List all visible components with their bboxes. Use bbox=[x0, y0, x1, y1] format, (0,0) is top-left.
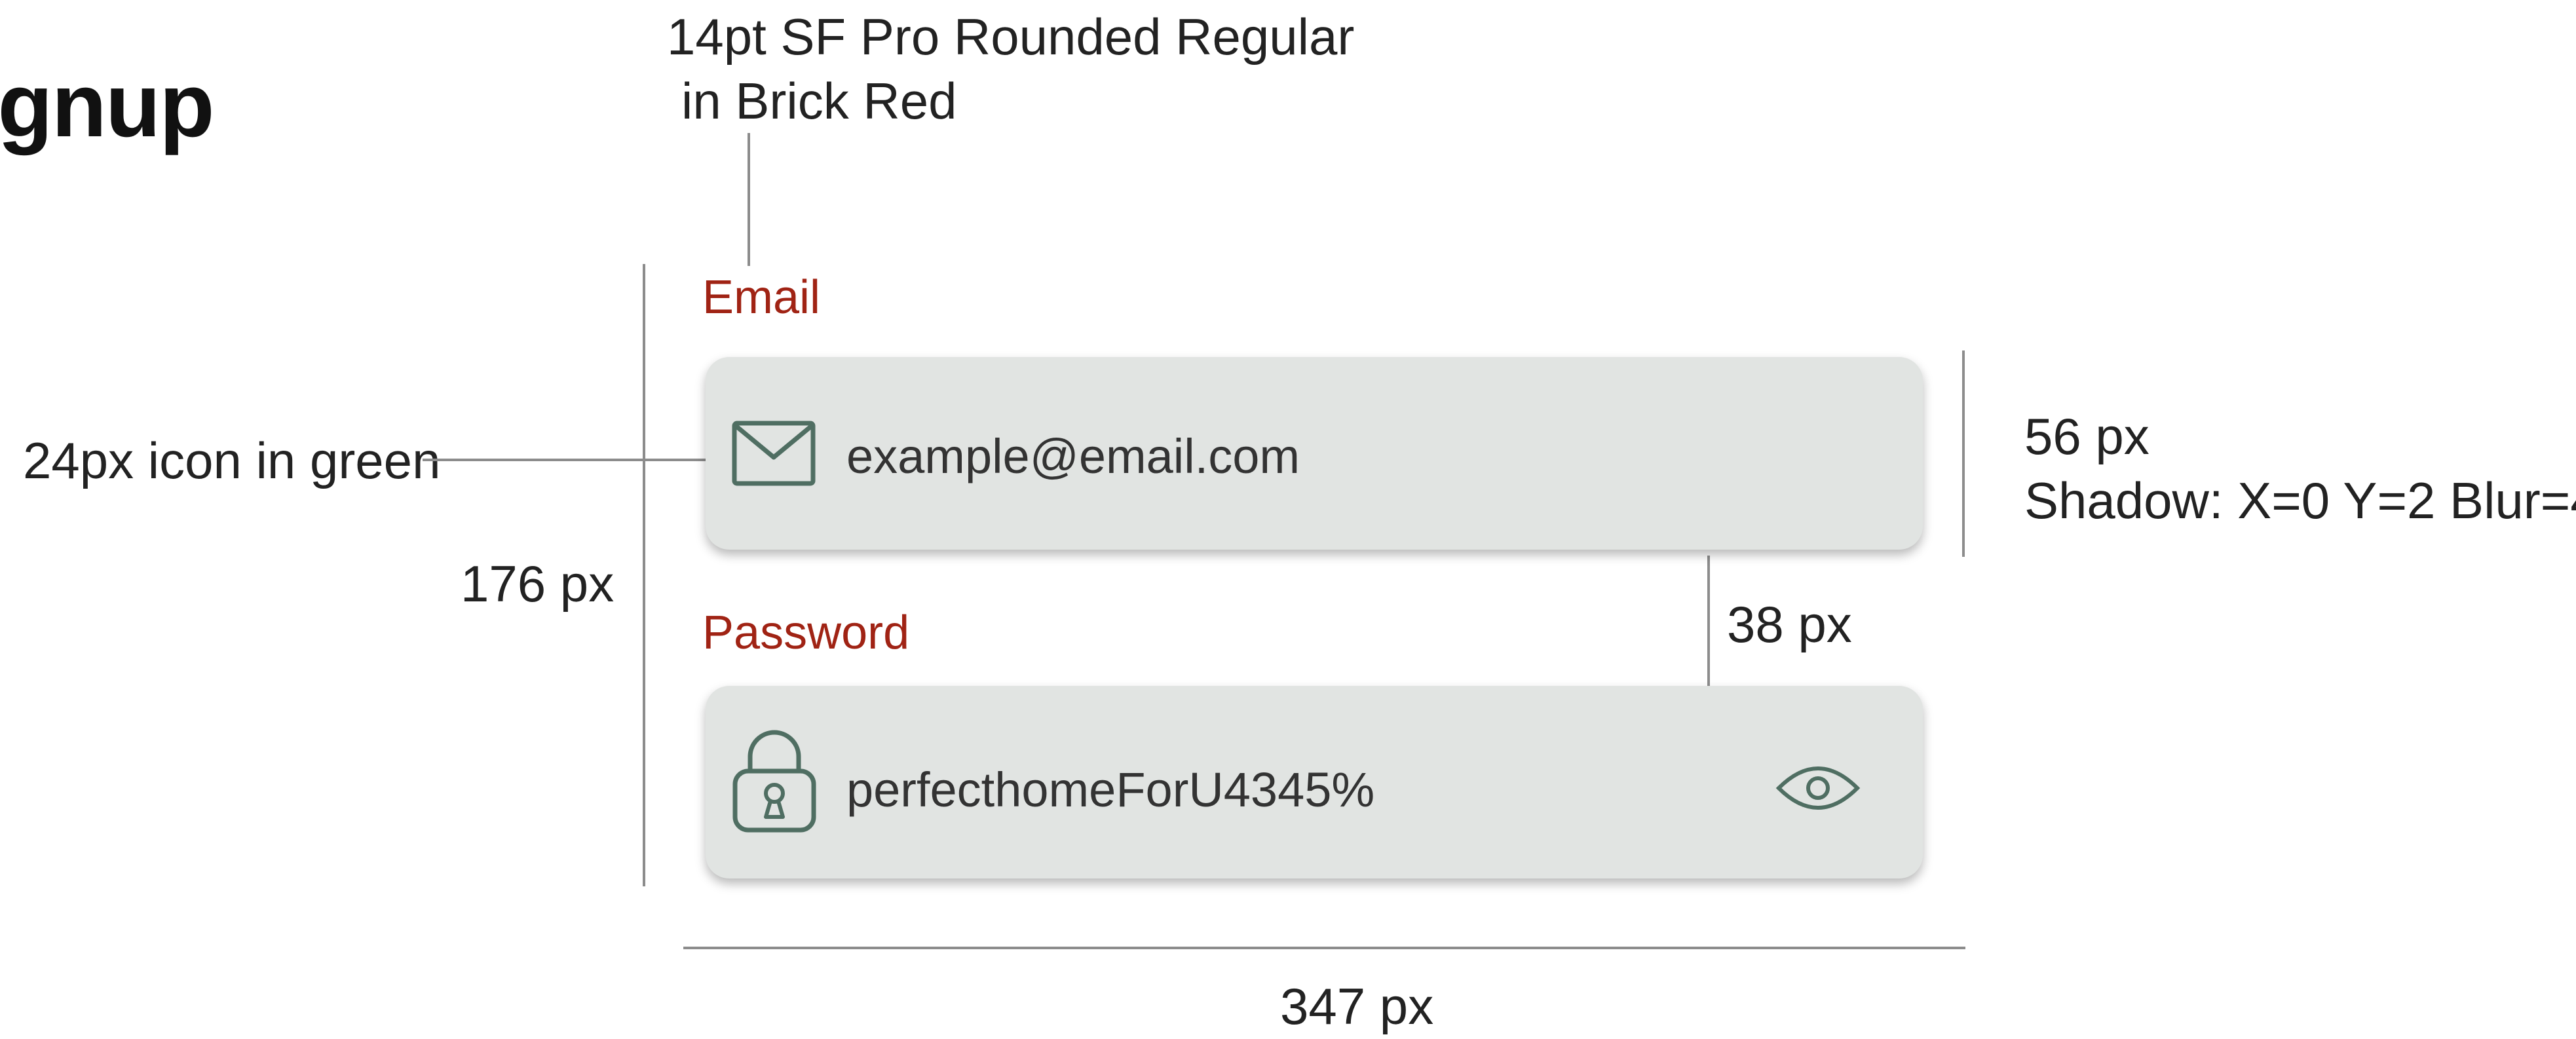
spacing-dimension-line bbox=[1707, 556, 1710, 689]
page-title: ignup bbox=[0, 55, 215, 156]
icon-annotation: 24px icon in green bbox=[23, 432, 441, 489]
icon-annotation-leader bbox=[423, 459, 736, 461]
height-dimension-line bbox=[643, 264, 645, 886]
email-label: Email bbox=[702, 271, 821, 324]
lock-icon bbox=[732, 728, 817, 833]
width-dimension-line bbox=[683, 947, 1965, 949]
email-value: example@email.com bbox=[846, 429, 1300, 483]
spacing-dimension-label: 38 px bbox=[1727, 595, 1852, 653]
field-height-dimension-line bbox=[1962, 350, 1965, 557]
field-height-label: 56 px bbox=[2024, 407, 2150, 465]
shadow-label: Shadow: X=0 Y=2 Blur=4 bbox=[2024, 471, 2576, 529]
font-annotation-line1: 14pt SF Pro Rounded Regular bbox=[667, 8, 1355, 66]
font-annotation-line2: in Brick Red bbox=[681, 71, 957, 130]
font-annotation-leader bbox=[748, 133, 750, 266]
password-value: perfecthomeForU4345% bbox=[846, 763, 1375, 817]
password-field[interactable]: perfecthomeForU4345% bbox=[706, 686, 1923, 878]
password-label: Password bbox=[702, 607, 910, 659]
field-height-annotation: 56 px Shadow: X=0 Y=2 Blur=4 bbox=[2024, 405, 2576, 533]
font-annotation: 14pt SF Pro Rounded Regular in Brick Red bbox=[667, 5, 1354, 133]
width-dimension-label: 347 px bbox=[1280, 977, 1434, 1035]
envelope-icon bbox=[732, 421, 816, 486]
height-dimension-label: 176 px bbox=[461, 555, 615, 613]
eye-icon[interactable] bbox=[1775, 763, 1861, 813]
email-field[interactable]: example@email.com bbox=[706, 357, 1923, 550]
